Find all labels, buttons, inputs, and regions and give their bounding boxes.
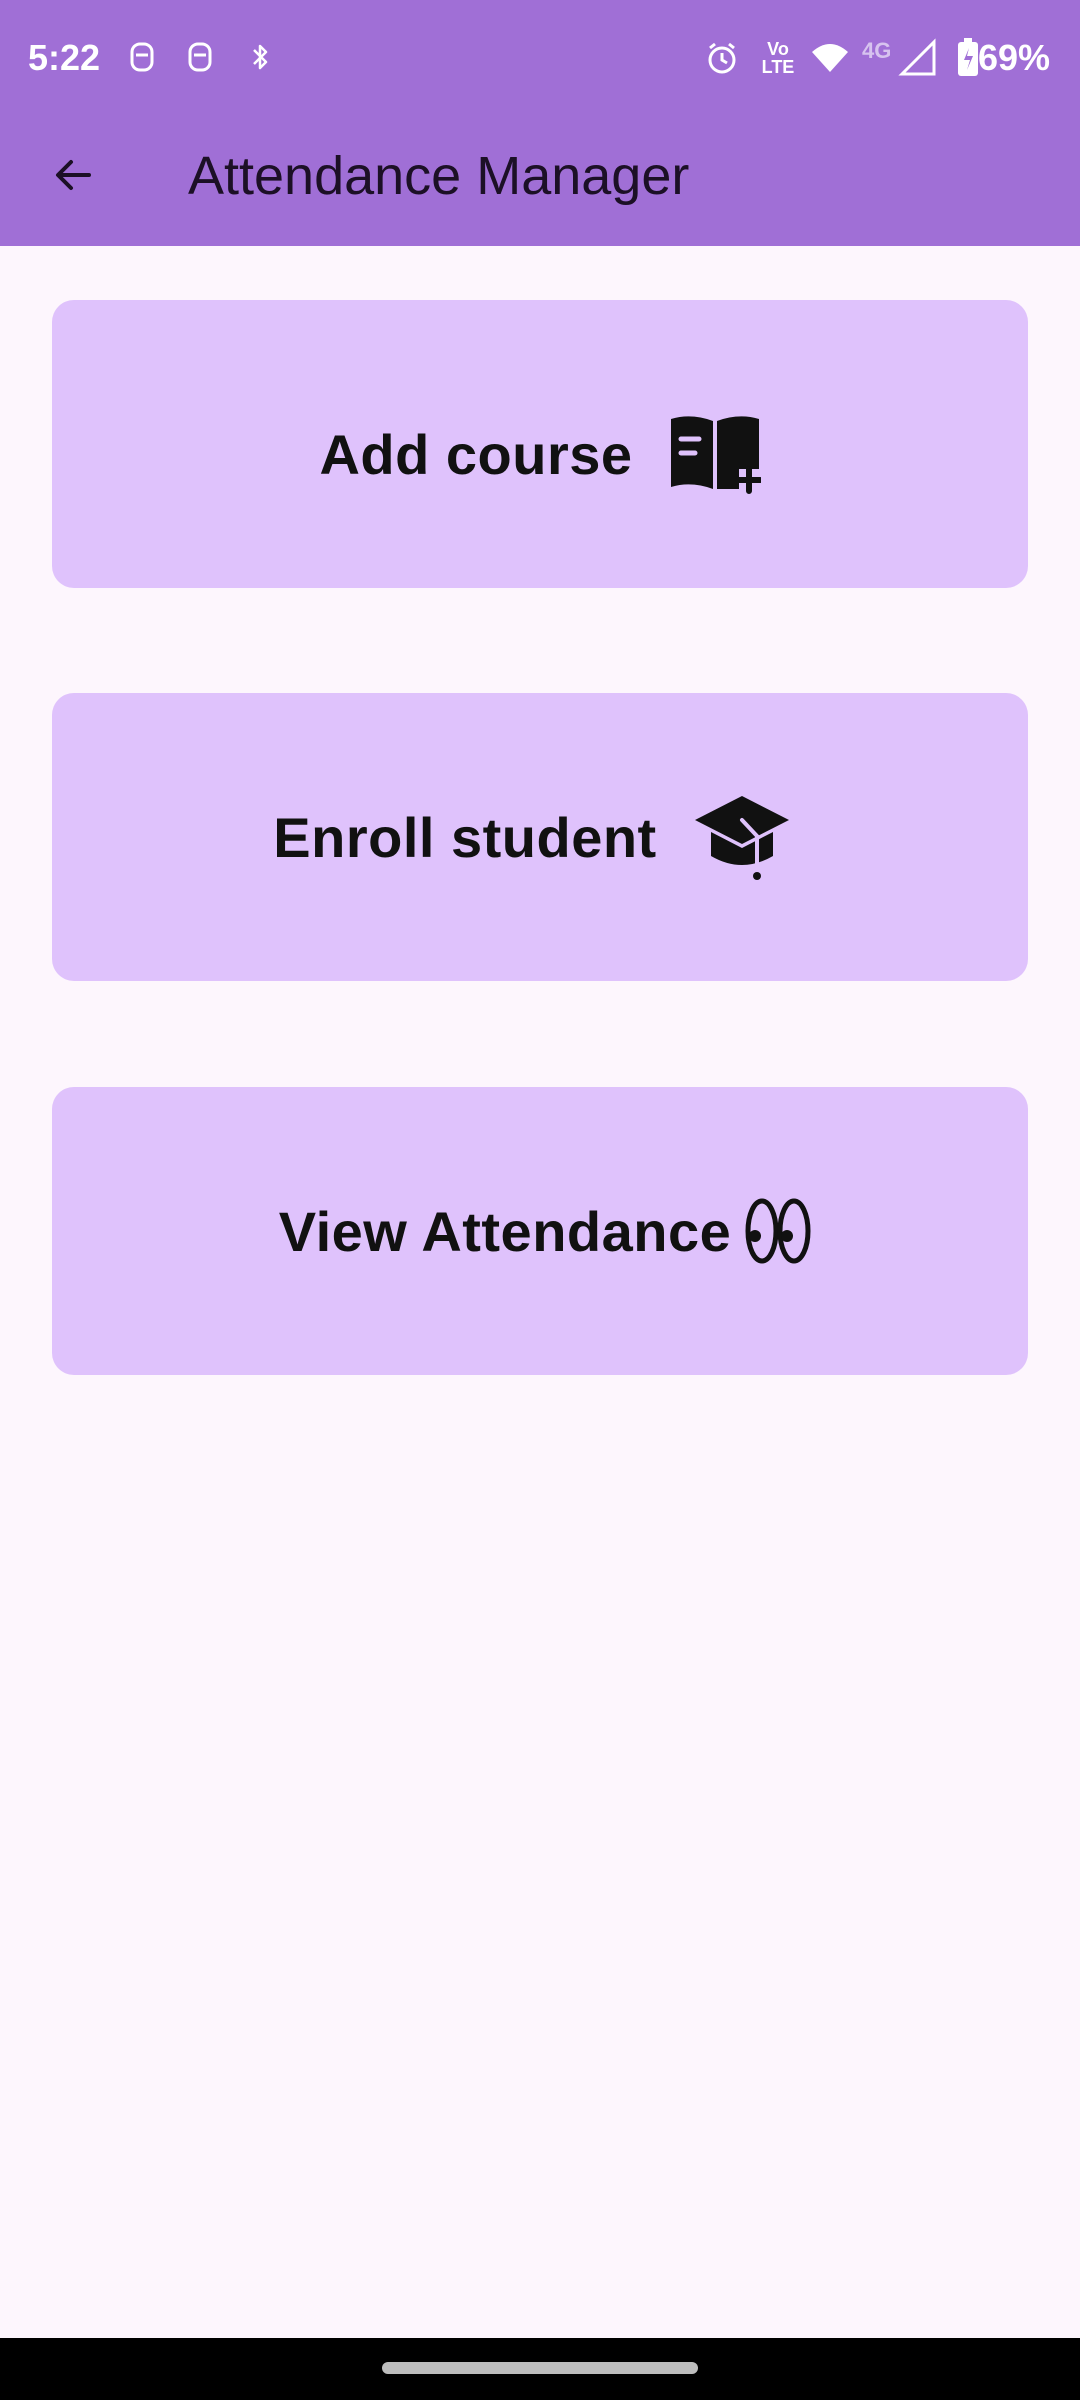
graduation-cap-icon [693, 792, 791, 882]
app-bar: Attendance Manager [0, 116, 1080, 246]
home-gesture-handle[interactable] [382, 2362, 698, 2374]
view-attendance-button[interactable]: View Attendance [52, 1087, 1028, 1375]
eyes-icon [745, 1196, 811, 1266]
top-bar: 5:22 Vo LTE 4G 69% Attendance Manager [0, 0, 1080, 246]
signal-icon [898, 38, 938, 78]
enroll-student-button[interactable]: Enroll student [52, 693, 1028, 981]
app-notification-icon [122, 38, 162, 78]
wifi-icon [810, 38, 850, 78]
app-notification-icon [180, 38, 220, 78]
navigation-bar [0, 2338, 1080, 2400]
status-bar: 5:22 Vo LTE 4G 69% [0, 0, 1080, 116]
page-title: Attendance Manager [188, 146, 690, 206]
volte-icon: Vo LTE [761, 39, 795, 77]
back-button[interactable] [36, 138, 110, 212]
battery-percentage: 69% [978, 37, 1051, 78]
enroll-student-label: Enroll student [273, 805, 657, 869]
bluetooth-icon [240, 38, 280, 78]
battery-icon [948, 38, 978, 78]
add-course-label: Add course [319, 422, 633, 486]
network-type-label: 4G [862, 38, 892, 63]
alarm-icon [702, 38, 742, 78]
add-course-button[interactable]: Add course [52, 300, 1028, 588]
view-attendance-label: View Attendance [278, 1199, 732, 1263]
book-add-icon [669, 413, 761, 495]
status-time: 5:22 [28, 37, 101, 78]
arrow-back-icon [56, 160, 91, 190]
